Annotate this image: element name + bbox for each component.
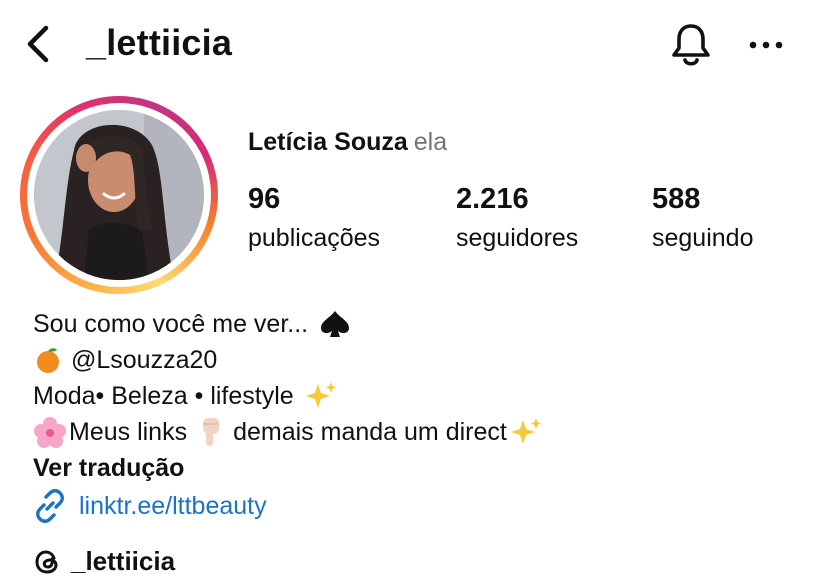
bio-line-4-text-a: Meus links — [69, 418, 188, 446]
threads-badge[interactable]: _lettiicia — [33, 546, 175, 577]
notifications-button[interactable] — [668, 20, 714, 70]
bio-line: Moda• Beleza • lifestyle — [33, 378, 543, 414]
threads-handle: _lettiicia — [71, 546, 176, 576]
see-translation-button[interactable]: Ver tradução — [33, 450, 543, 486]
orange-fruit-icon — [37, 348, 59, 373]
cherry-blossom-icon — [34, 417, 66, 448]
link-icon — [36, 489, 64, 523]
stat-followers-label: seguidores — [456, 224, 579, 252]
stat-following[interactable]: 588 seguindo — [652, 182, 753, 256]
bio-line: @Lsouzza20 — [33, 342, 543, 378]
profile-pronoun: ela — [413, 128, 448, 156]
back-button[interactable] — [22, 24, 54, 64]
threads-icon — [35, 549, 58, 574]
chevron-left-icon — [27, 25, 49, 63]
bell-icon — [672, 24, 710, 66]
bio-line-1-text: Sou como você me ver... — [33, 310, 309, 338]
profile-avatar-story-ring[interactable] — [20, 96, 218, 294]
stat-followers[interactable]: 2.216 seguidores — [456, 182, 578, 256]
sparkles-icon — [510, 418, 541, 444]
bio-mention-link[interactable]: @Lsouzza20 — [71, 342, 217, 378]
profile-username-title: _lettiicia — [86, 22, 233, 63]
bio-external-link[interactable]: linktr.ee/lttbeauty — [33, 488, 543, 524]
avatar-photo-illustration — [34, 110, 204, 280]
stat-posts-count: 96 — [248, 183, 281, 215]
profile-bio: Sou como você me ver... @Lsouzza20 Moda•… — [33, 306, 543, 524]
more-horizontal-icon — [749, 41, 783, 49]
more-options-button[interactable] — [746, 30, 786, 60]
profile-full-name: Letícia Souza — [248, 128, 408, 156]
stat-followers-count: 2.216 — [456, 183, 529, 215]
bio-link-url: linktr.ee/lttbeauty — [79, 492, 267, 520]
avatar — [34, 110, 204, 280]
bio-line: Meus links demais manda um direct — [33, 414, 543, 450]
stat-following-label: seguindo — [652, 224, 754, 252]
bio-line-4-text-b: demais manda um direct — [233, 418, 507, 446]
pointing-down-hand-icon — [203, 418, 220, 446]
bio-line: Sou como você me ver... — [33, 306, 543, 342]
profile-name-line: Letícia Souza ela — [248, 128, 447, 157]
sparkles-icon — [305, 382, 336, 408]
spade-icon — [321, 311, 350, 337]
stat-posts[interactable]: 96 publicações — [248, 182, 380, 256]
top-bar: _lettiicia — [0, 0, 828, 90]
bio-line-3-text: Moda• Beleza • lifestyle — [33, 382, 294, 410]
stat-following-count: 588 — [652, 183, 701, 215]
stat-posts-label: publicações — [248, 224, 381, 252]
